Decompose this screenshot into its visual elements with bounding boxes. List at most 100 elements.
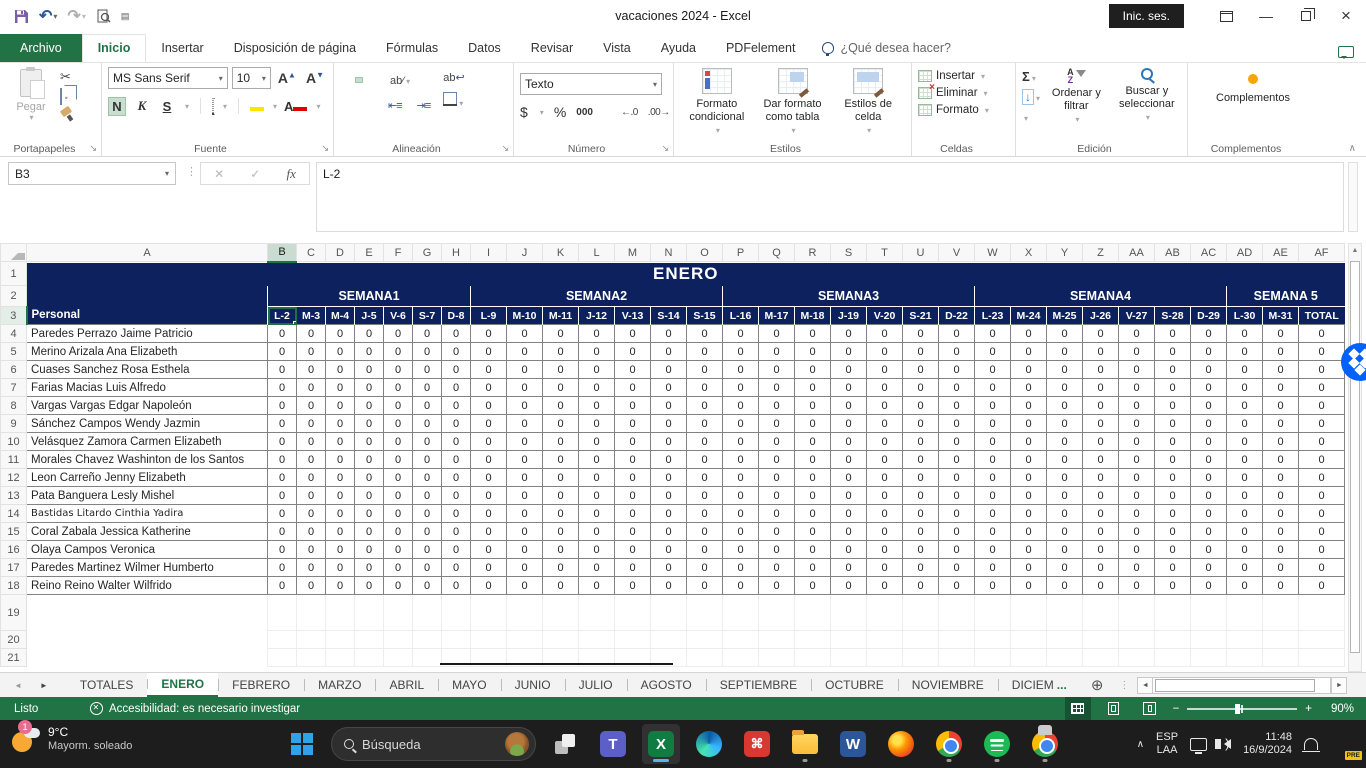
- empty-cell[interactable]: [384, 631, 413, 649]
- empty-cell[interactable]: [1299, 631, 1345, 649]
- sign-in-button[interactable]: Inic. ses.: [1109, 4, 1184, 28]
- day-value-cell[interactable]: 0: [1227, 379, 1263, 397]
- day-value-cell[interactable]: 0: [723, 559, 759, 577]
- day-value-cell[interactable]: 0: [1047, 361, 1083, 379]
- day-value-cell[interactable]: 0: [687, 325, 723, 343]
- day-value-cell[interactable]: 0: [579, 487, 615, 505]
- total-header-cell[interactable]: TOTAL: [1299, 307, 1345, 325]
- thousands-button[interactable]: 000: [576, 107, 593, 118]
- day-value-cell[interactable]: 0: [297, 361, 326, 379]
- day-value-cell[interactable]: 0: [507, 415, 543, 433]
- personal-name-cell[interactable]: Cuases Sanchez Rosa Esthela: [27, 361, 268, 379]
- day-header-D-22[interactable]: D-22: [939, 307, 975, 325]
- day-value-cell[interactable]: 0: [975, 433, 1011, 451]
- day-value-cell[interactable]: 0: [975, 487, 1011, 505]
- row-header-19[interactable]: 19: [1, 595, 27, 631]
- empty-cell[interactable]: [27, 649, 268, 667]
- row-header-6[interactable]: 6: [1, 361, 27, 379]
- ribbon-tab-ayuda[interactable]: Ayuda: [646, 35, 711, 62]
- day-value-cell[interactable]: 0: [413, 577, 442, 595]
- day-value-cell[interactable]: 0: [723, 541, 759, 559]
- day-value-cell[interactable]: 0: [355, 577, 384, 595]
- day-value-cell[interactable]: 0: [759, 523, 795, 541]
- orientation-button[interactable]: ab⁄▾: [387, 71, 413, 89]
- day-header-L-16[interactable]: L-16: [723, 307, 759, 325]
- day-header-M-4[interactable]: M-4: [326, 307, 355, 325]
- day-value-cell[interactable]: 0: [1047, 505, 1083, 523]
- font-color-button[interactable]: A: [284, 99, 307, 114]
- row-header-16[interactable]: 16: [1, 541, 27, 559]
- column-header-AA[interactable]: AA: [1119, 244, 1155, 262]
- day-value-cell[interactable]: 0: [326, 523, 355, 541]
- day-header-S-15[interactable]: S-15: [687, 307, 723, 325]
- day-value-cell[interactable]: 0: [1227, 577, 1263, 595]
- personal-name-cell[interactable]: Paredes Perrazo Jaime Patricio: [27, 325, 268, 343]
- sheet-tab-totales[interactable]: TOTALES: [66, 673, 148, 697]
- day-value-cell[interactable]: 0: [831, 523, 867, 541]
- zoom-in-button[interactable]: +: [1305, 703, 1312, 715]
- day-value-cell[interactable]: 0: [1011, 577, 1047, 595]
- day-header-J-12[interactable]: J-12: [579, 307, 615, 325]
- empty-cell[interactable]: [507, 595, 543, 631]
- day-header-V-6[interactable]: V-6: [384, 307, 413, 325]
- day-value-cell[interactable]: 0: [651, 487, 687, 505]
- empty-cell[interactable]: [413, 649, 442, 667]
- day-value-cell[interactable]: 0: [723, 325, 759, 343]
- empty-cell[interactable]: [1083, 595, 1119, 631]
- day-value-cell[interactable]: 0: [1227, 541, 1263, 559]
- column-header-Z[interactable]: Z: [1083, 244, 1119, 262]
- day-value-cell[interactable]: 0: [723, 505, 759, 523]
- day-value-cell[interactable]: 0: [579, 343, 615, 361]
- day-header-L-23[interactable]: L-23: [975, 307, 1011, 325]
- day-value-cell[interactable]: 0: [355, 379, 384, 397]
- day-value-cell[interactable]: 0: [903, 343, 939, 361]
- day-value-cell[interactable]: 0: [507, 541, 543, 559]
- ribbon-tab-archivo[interactable]: Archivo: [0, 34, 82, 62]
- day-header-V-20[interactable]: V-20: [867, 307, 903, 325]
- day-value-cell[interactable]: 0: [939, 523, 975, 541]
- day-value-cell[interactable]: 0: [355, 325, 384, 343]
- total-value-cell[interactable]: 0: [1299, 361, 1345, 379]
- personal-name-cell[interactable]: Leon Carreño Jenny Elizabeth: [27, 469, 268, 487]
- day-value-cell[interactable]: 0: [579, 577, 615, 595]
- day-value-cell[interactable]: 0: [471, 541, 507, 559]
- day-value-cell[interactable]: 0: [1227, 325, 1263, 343]
- empty-cell[interactable]: [1155, 649, 1191, 667]
- day-value-cell[interactable]: 0: [1011, 343, 1047, 361]
- day-value-cell[interactable]: 0: [326, 487, 355, 505]
- clear-button[interactable]: ▾: [1022, 109, 1040, 124]
- day-value-cell[interactable]: 0: [1191, 487, 1227, 505]
- empty-cell[interactable]: [795, 595, 831, 631]
- sheet-tab-noviembre[interactable]: NOVIEMBRE: [898, 673, 998, 697]
- day-value-cell[interactable]: 0: [1155, 325, 1191, 343]
- day-value-cell[interactable]: 0: [1083, 487, 1119, 505]
- copilot-button[interactable]: PRE: [1330, 730, 1358, 758]
- day-value-cell[interactable]: 0: [1155, 469, 1191, 487]
- day-value-cell[interactable]: 0: [651, 379, 687, 397]
- day-value-cell[interactable]: 0: [1227, 487, 1263, 505]
- day-value-cell[interactable]: 0: [384, 469, 413, 487]
- sheet-tab-abril[interactable]: ABRIL: [375, 673, 438, 697]
- day-value-cell[interactable]: 0: [1047, 541, 1083, 559]
- day-value-cell[interactable]: 0: [903, 415, 939, 433]
- volume-icon[interactable]: [1219, 739, 1231, 749]
- day-value-cell[interactable]: 0: [615, 469, 651, 487]
- bold-button[interactable]: N: [108, 97, 126, 116]
- personal-name-cell[interactable]: Pata Banguera Lesly Mishel: [27, 487, 268, 505]
- day-value-cell[interactable]: 0: [687, 577, 723, 595]
- day-value-cell[interactable]: 0: [543, 541, 579, 559]
- day-value-cell[interactable]: 0: [723, 487, 759, 505]
- month-title-cell[interactable]: ENERO: [27, 262, 1345, 286]
- column-header-B[interactable]: B: [268, 244, 297, 262]
- conditional-formatting-button[interactable]: Formato condicional▾: [680, 67, 754, 140]
- day-header-L-9[interactable]: L-9: [471, 307, 507, 325]
- sheet-nav-right-icon[interactable]: ►: [40, 681, 48, 690]
- underline-button[interactable]: S: [158, 98, 176, 115]
- day-value-cell[interactable]: 0: [975, 559, 1011, 577]
- week-header-2[interactable]: SEMANA2: [471, 286, 723, 307]
- vertical-scrollbar[interactable]: ▲: [1348, 243, 1362, 672]
- day-value-cell[interactable]: 0: [1011, 451, 1047, 469]
- empty-cell[interactable]: [1263, 631, 1299, 649]
- empty-cell[interactable]: [1119, 631, 1155, 649]
- day-value-cell[interactable]: 0: [939, 451, 975, 469]
